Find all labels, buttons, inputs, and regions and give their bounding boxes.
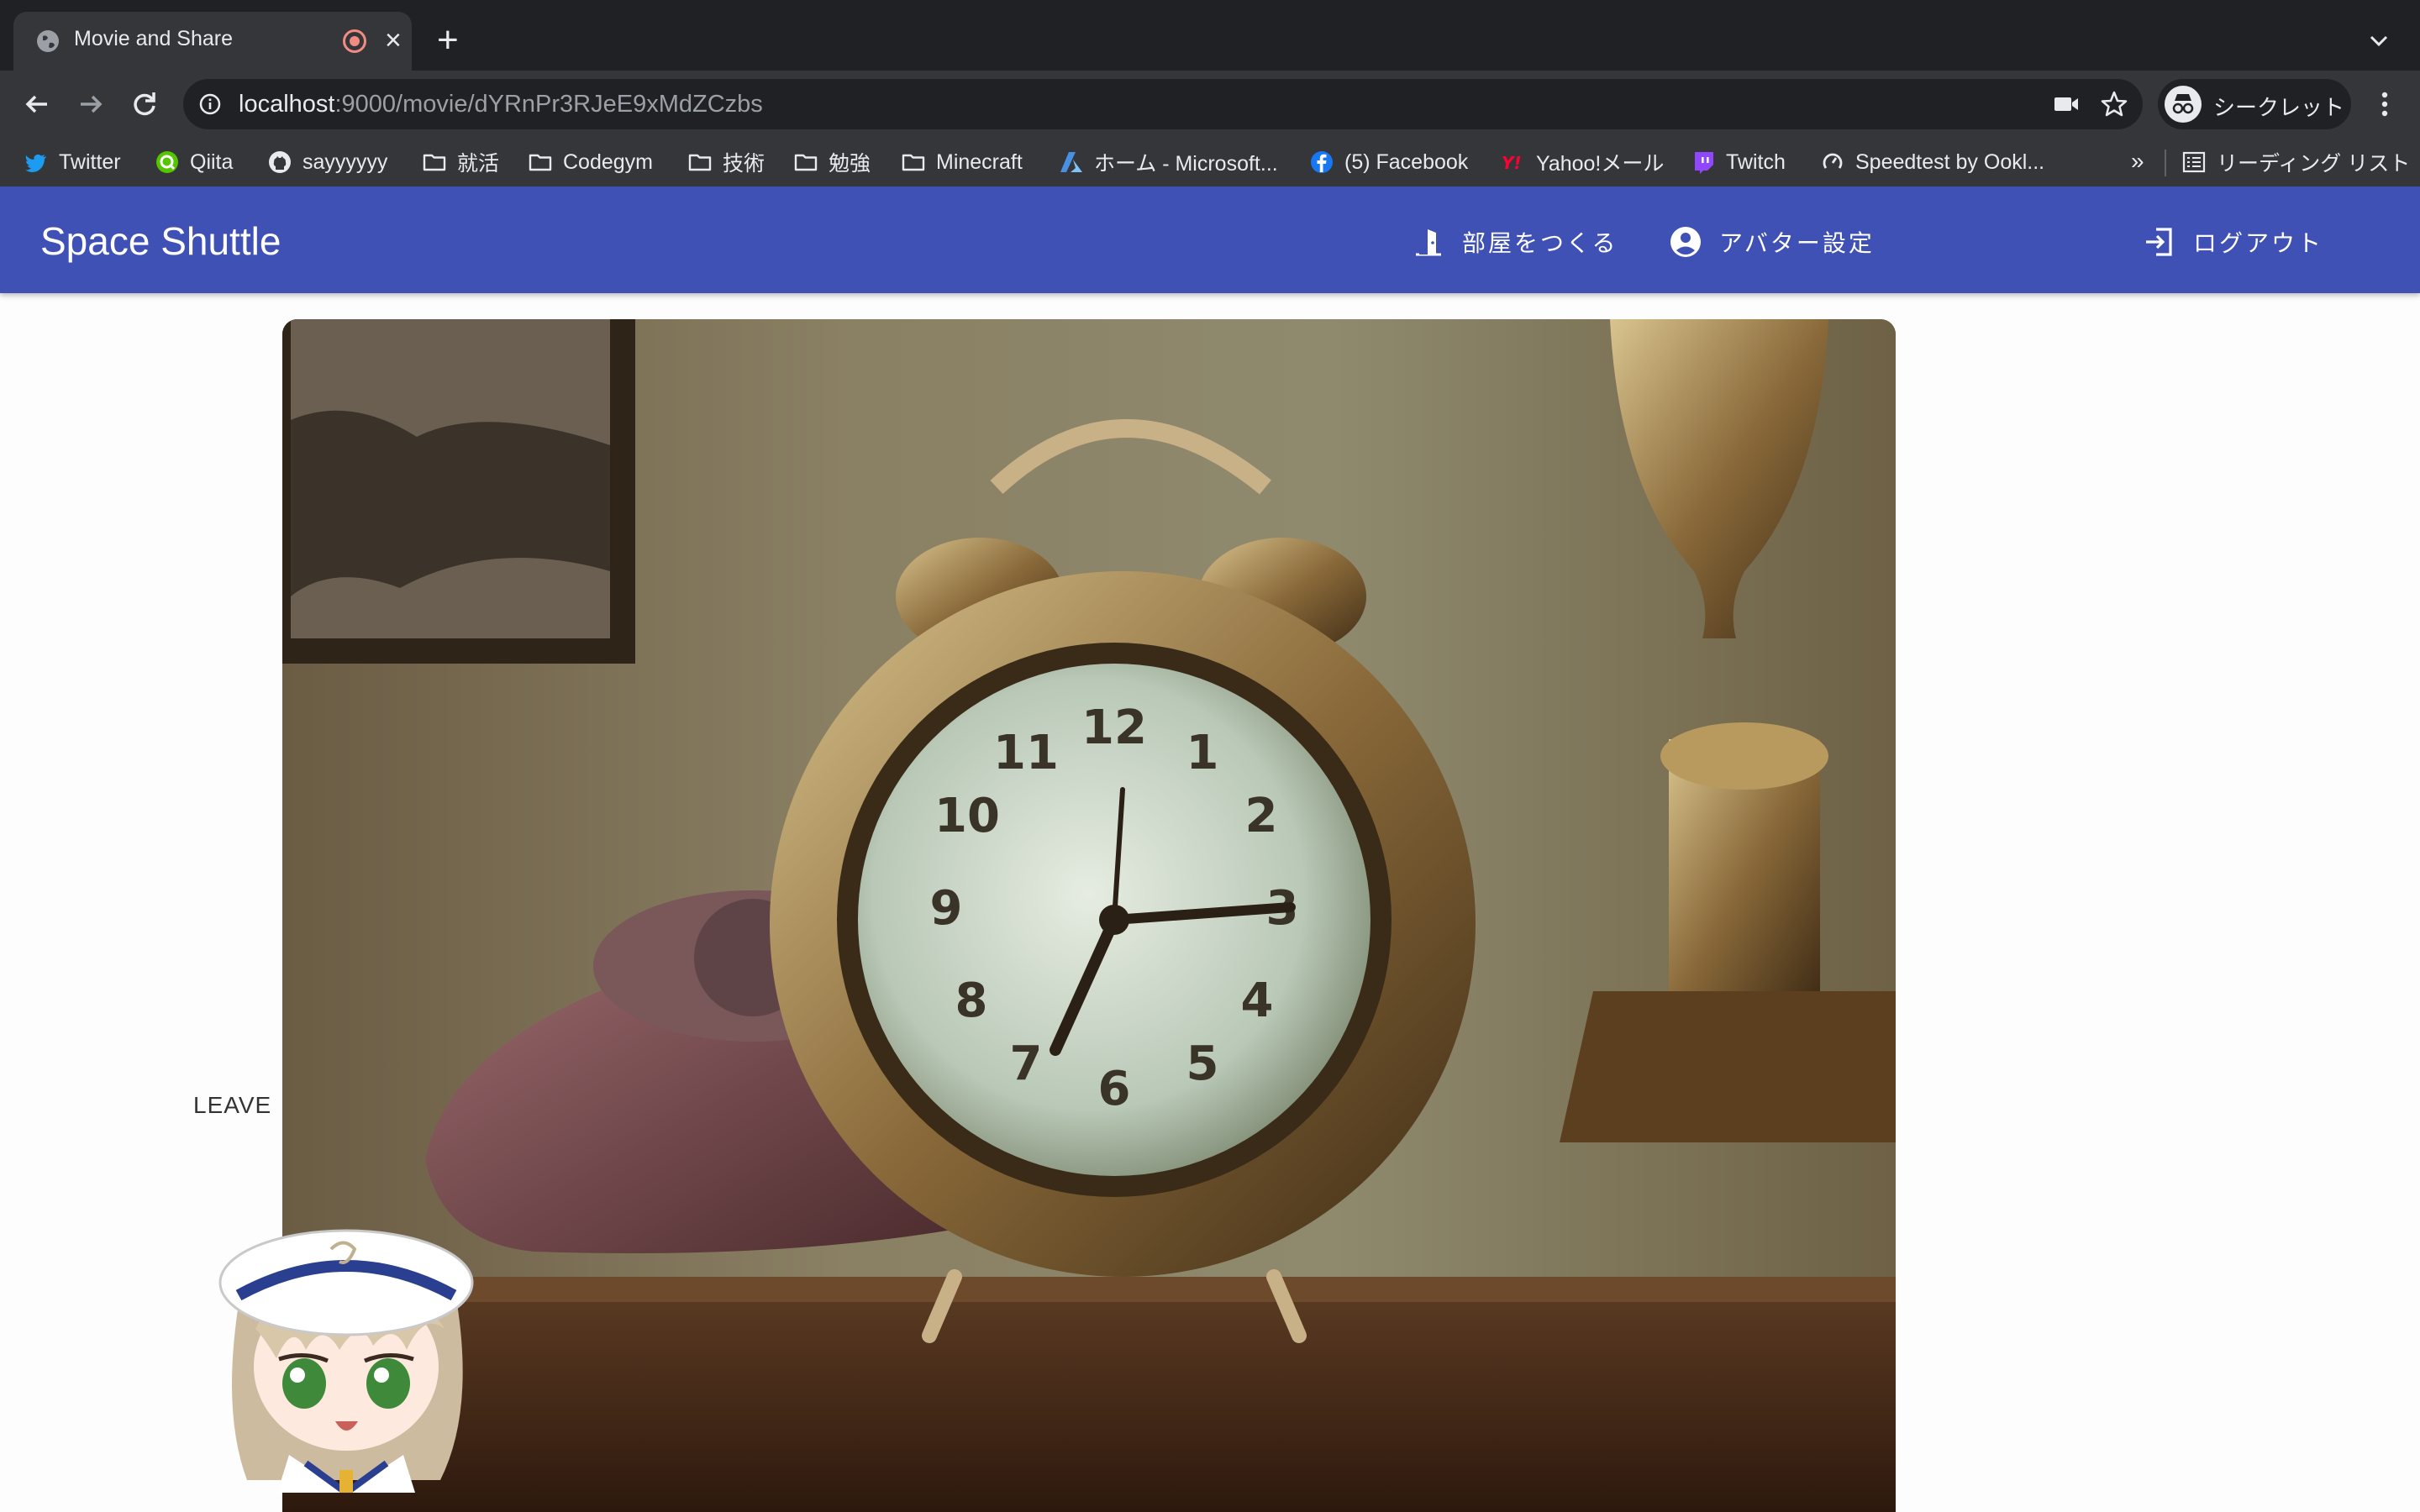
tab-strip: Movie and Share × +	[0, 0, 2420, 71]
bookmark-label: Yahoo!メール	[1536, 152, 1665, 176]
divider	[2165, 150, 2166, 176]
recording-icon	[343, 29, 366, 53]
bookmark-label: Twitch	[1726, 150, 1786, 174]
incognito-icon	[2165, 86, 2202, 123]
bookmarks-bar: Twitter Qiita sayyyyyy 就活 Codegym 技術 勉強 …	[0, 138, 2420, 186]
tab-search-icon[interactable]	[2368, 30, 2390, 52]
folder-icon	[688, 154, 712, 171]
bookmark-qiita[interactable]: Qiita	[155, 146, 233, 178]
reload-icon[interactable]	[126, 86, 163, 123]
svg-text:11: 11	[993, 726, 1059, 780]
url-host: localhost	[239, 91, 335, 118]
info-icon[interactable]	[198, 92, 222, 116]
folder-icon	[902, 154, 925, 171]
bookmark-label: Speedtest by Ookl...	[1855, 150, 2045, 174]
star-icon[interactable]	[2099, 89, 2129, 119]
bookmark-label: 就活	[457, 152, 500, 176]
user-avatar	[218, 1229, 474, 1493]
logout-button[interactable]: ログアウト	[2143, 223, 2323, 260]
create-room-label: 部屋をつくる	[1462, 230, 1618, 256]
qiita-icon	[156, 151, 178, 173]
web-page: Space Shuttle 部屋をつくる アバター設定 ログアウト 12 1 2…	[0, 186, 2420, 1512]
svg-text:6: 6	[1098, 1062, 1131, 1116]
svg-text:5: 5	[1186, 1037, 1219, 1091]
avatar-settings-button[interactable]: アバター設定	[1669, 223, 1875, 260]
close-icon[interactable]: ×	[385, 24, 402, 57]
bookmarks-overflow-button[interactable]: »	[2131, 148, 2144, 175]
bookmark-github[interactable]: sayyyyyy	[267, 146, 387, 178]
tab-title: Movie and Share	[74, 27, 234, 50]
folder-icon	[794, 154, 818, 171]
account-circle-icon	[1670, 227, 1701, 257]
bookmark-folder[interactable]: Codegym	[528, 146, 653, 178]
menu-icon[interactable]	[2370, 87, 2400, 121]
camera-icon[interactable]	[2052, 92, 2081, 116]
forward-icon[interactable]	[72, 86, 109, 123]
back-icon[interactable]	[18, 86, 55, 123]
yahoo-icon: Y!	[1502, 153, 1522, 173]
incognito-label: シークレット	[2213, 95, 2345, 120]
reading-list-label: リーディング リスト	[2217, 152, 2411, 176]
bookmark-speedtest[interactable]: Speedtest by Ookl...	[1820, 146, 2044, 178]
facebook-icon	[1311, 151, 1333, 173]
twitch-icon	[1695, 152, 1713, 174]
video-frame: 12 1 2 3 4 5 6 7 8 9 10 11	[282, 319, 1896, 1512]
svg-text:1: 1	[1186, 726, 1219, 780]
create-room-button[interactable]: 部屋をつくる	[1412, 223, 1618, 260]
avatar-settings-label: アバター設定	[1719, 230, 1875, 256]
globe-icon	[37, 30, 59, 52]
folder-icon	[529, 154, 552, 171]
url-text[interactable]: localhost:9000/movie/dYRnPr3RJeE9xMdZCzb…	[239, 91, 763, 118]
bookmark-label: (5) Facebook	[1344, 150, 1469, 174]
svg-text:4: 4	[1241, 974, 1274, 1028]
logout-icon	[2146, 228, 2172, 256]
bookmark-microsoft[interactable]: ホーム - Microsoft...	[1059, 146, 1278, 178]
bookmark-facebook[interactable]: (5) Facebook	[1309, 146, 1468, 178]
svg-text:Y!: Y!	[1502, 153, 1522, 173]
bookmark-label: Minecraft	[936, 150, 1023, 174]
url-path: :9000/movie/dYRnPr3RJeE9xMdZCzbs	[334, 91, 763, 118]
incognito-profile-button[interactable]: シークレット	[2158, 79, 2351, 129]
twitter-icon	[25, 154, 46, 173]
bookmark-twitch[interactable]: Twitch	[1691, 146, 1786, 178]
browser-tab[interactable]: Movie and Share ×	[13, 12, 412, 71]
svg-text:12: 12	[1081, 701, 1147, 755]
bookmark-label: ホーム - Microsoft...	[1094, 152, 1278, 176]
azure-icon	[1060, 152, 1082, 172]
bookmark-folder[interactable]: 技術	[687, 146, 765, 178]
folder-icon	[423, 154, 446, 171]
svg-text:10: 10	[934, 789, 1000, 843]
speedtest-icon	[1823, 153, 1843, 169]
github-icon	[269, 151, 291, 173]
bookmark-label: 技術	[723, 152, 765, 176]
bookmark-folder[interactable]: Minecraft	[901, 146, 1023, 178]
svg-text:9: 9	[930, 881, 963, 936]
reading-list-icon	[2182, 151, 2206, 173]
app-bar: Space Shuttle 部屋をつくる アバター設定 ログアウト	[0, 186, 2420, 293]
brand-title[interactable]: Space Shuttle	[40, 218, 281, 264]
bookmark-yahoo-mail[interactable]: Y! Yahoo!メール	[1501, 146, 1664, 178]
svg-text:2: 2	[1245, 789, 1278, 843]
bookmark-label: Qiita	[190, 150, 234, 174]
door-icon	[1416, 229, 1441, 256]
video-player[interactable]: 12 1 2 3 4 5 6 7 8 9 10 11	[282, 319, 1896, 1512]
new-tab-icon[interactable]: +	[437, 22, 459, 59]
bookmark-label: sayyyyyy	[302, 150, 388, 174]
address-bar[interactable]: localhost:9000/movie/dYRnPr3RJeE9xMdZCzb…	[183, 79, 2143, 129]
logout-label: ログアウト	[2193, 230, 2324, 256]
reading-list-button[interactable]: リーディング リスト	[2181, 146, 2410, 178]
bookmark-label: Twitter	[59, 150, 121, 174]
bookmark-twitter[interactable]: Twitter	[24, 146, 121, 178]
bookmark-folder[interactable]: 勉強	[793, 146, 871, 178]
svg-text:7: 7	[1010, 1037, 1043, 1091]
bookmark-label: Codegym	[563, 150, 653, 174]
leave-button[interactable]: LEAVE	[193, 1092, 271, 1119]
bookmark-label: 勉強	[829, 152, 871, 176]
svg-text:8: 8	[955, 974, 988, 1028]
bookmark-folder[interactable]: 就活	[422, 146, 499, 178]
browser-toolbar: localhost:9000/movie/dYRnPr3RJeE9xMdZCzb…	[0, 71, 2420, 138]
